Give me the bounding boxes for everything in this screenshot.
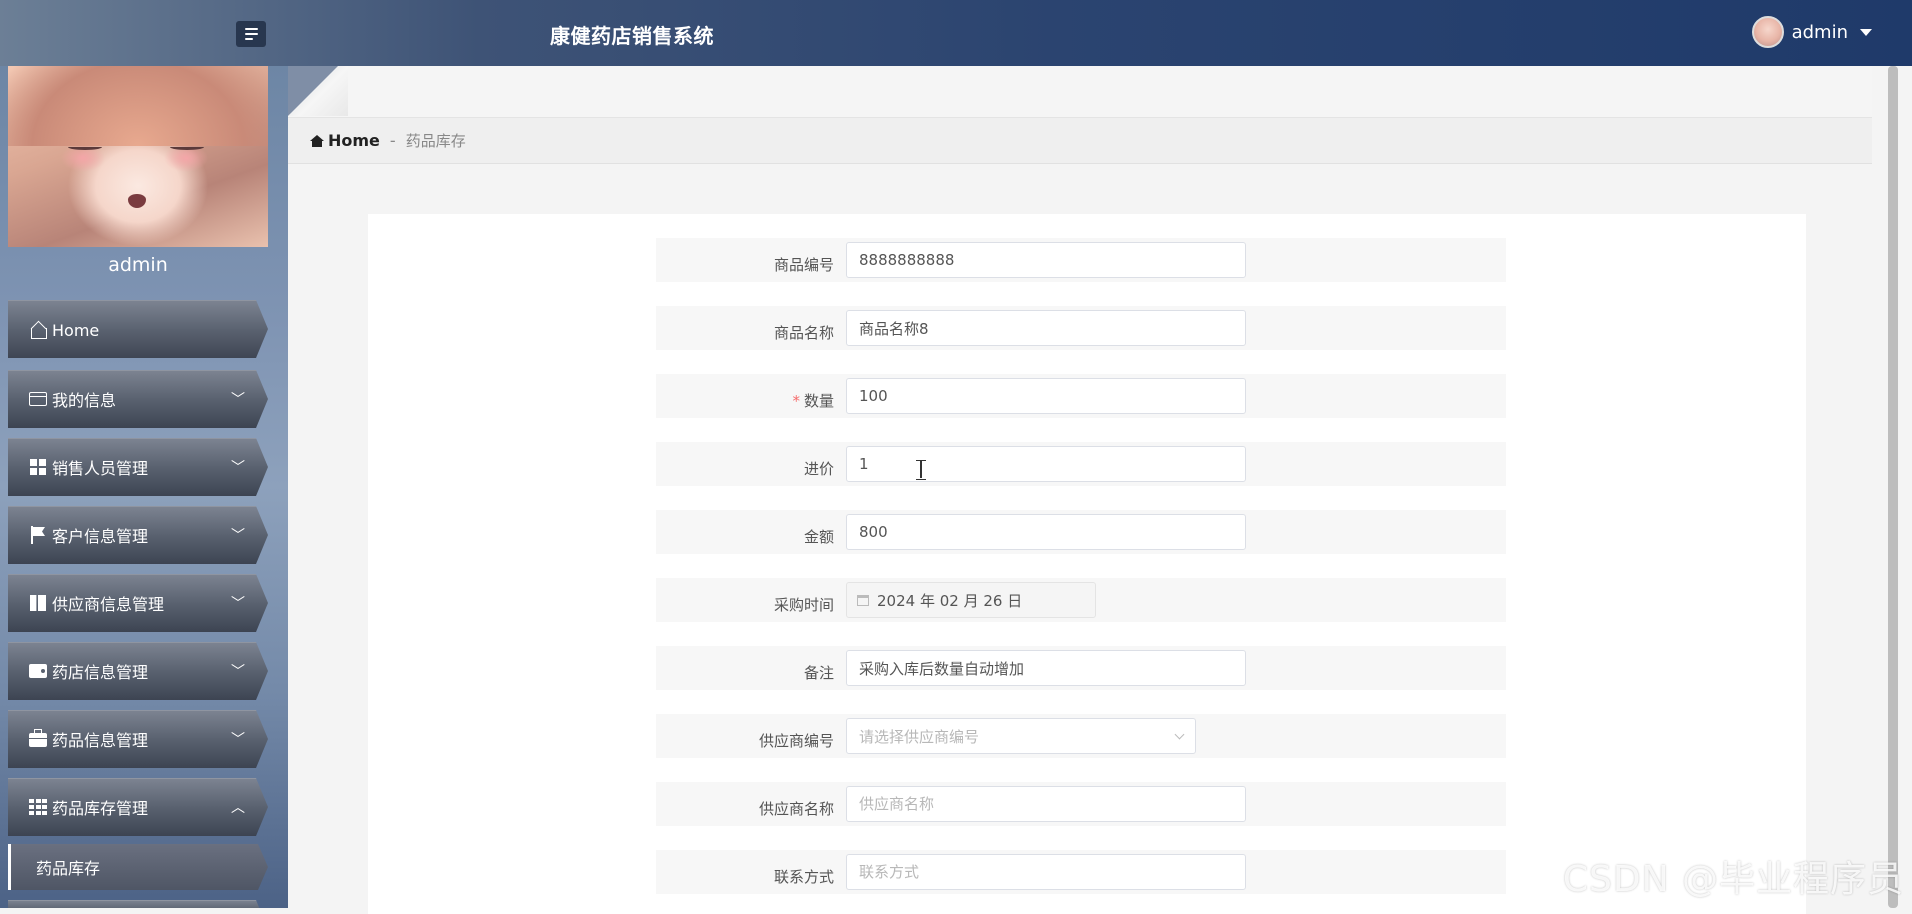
sidebar-item-pharmacy[interactable]: 药店信息管理 ﹀	[8, 642, 268, 700]
sidebar-item-drug-stock[interactable]: 药品库存管理 ︿	[8, 778, 268, 836]
chevron-down-icon: ﹀	[231, 596, 245, 612]
id-card-icon	[28, 389, 48, 409]
field-label: 联系方式	[773, 867, 834, 886]
avatar[interactable]	[1751, 16, 1784, 48]
scrollbar-thumb[interactable]	[1888, 66, 1898, 908]
product-name-field[interactable]	[846, 310, 1246, 346]
form-row-purchase-date: 采购时间 2024 年 02 月 26 日	[656, 578, 1506, 622]
menu-toggle-button[interactable]	[236, 21, 266, 47]
chevron-down-icon: ﹀	[231, 732, 245, 748]
app-title: 康健药店销售系统	[550, 24, 714, 48]
supplier-code-placeholder: 请选择供应商编号	[859, 727, 980, 746]
home-icon	[28, 320, 48, 340]
contact-field[interactable]	[846, 854, 1246, 890]
sidebar-item-home[interactable]: Home	[8, 300, 268, 358]
sidebar-item-my-info[interactable]: 我的信息 ﹀	[8, 370, 268, 428]
breadcrumb-separator: -	[389, 131, 396, 150]
form-row-purchase-price: 进价	[656, 442, 1506, 486]
stock-form: 商品编号 商品名称 *数量 进价 金额 采购时间 2024 年 02 月	[368, 214, 1806, 914]
profile-name: admin	[108, 254, 168, 276]
sidebar-item-label: 我的信息	[52, 391, 117, 410]
form-row-supplier-name: 供应商名称	[656, 782, 1506, 826]
top-navbar: 康健药店销售系统 admin	[0, 0, 1912, 66]
field-label: 供应商编号	[758, 731, 834, 750]
breadcrumb-home[interactable]: Home	[310, 131, 380, 150]
sidebar-item-label: 药店信息管理	[52, 663, 149, 682]
required-mark: *	[792, 391, 800, 410]
sidebar-subitem-label: 药品库存	[36, 859, 101, 878]
home-icon	[310, 134, 324, 147]
user-menu[interactable]: admin	[1751, 16, 1872, 48]
sidebar-item-suppliers[interactable]: 供应商信息管理 ﹀	[8, 574, 268, 632]
sidebar-item-next[interactable]	[8, 900, 268, 908]
sidebar-item-label: 药品库存管理	[52, 799, 149, 818]
sidebar-item-label: Home	[52, 320, 100, 340]
briefcase-icon	[28, 729, 48, 749]
field-label: * 数量	[656, 382, 846, 411]
chevron-down-icon: ﹀	[231, 664, 245, 680]
sidebar-item-label: 供应商信息管理	[52, 595, 165, 614]
remark-field[interactable]	[846, 650, 1246, 686]
sidebar: admin Home 我的信息 ﹀ 销售人员管理 ﹀ 客户信息管理 ﹀ 供应商信…	[0, 66, 288, 908]
field-label: 进价	[803, 459, 834, 478]
book-icon	[28, 593, 48, 613]
supplier-name-field[interactable]	[846, 786, 1246, 822]
field-label: 备注	[803, 663, 834, 682]
sidebar-item-label: 客户信息管理	[52, 527, 149, 546]
purchase-price-field[interactable]	[846, 446, 1246, 482]
amount-field[interactable]	[846, 514, 1246, 550]
form-row-supplier-code: 供应商编号 请选择供应商编号	[656, 714, 1506, 758]
chevron-down-icon: ﹀	[231, 392, 245, 408]
sidebar-item-label: 药品信息管理	[52, 731, 149, 750]
quantity-field[interactable]	[846, 378, 1246, 414]
main-content: Home - 药品库存 商品编号 商品名称 *数量 进价 金额	[288, 66, 1872, 914]
caret-down-icon[interactable]	[1860, 28, 1872, 36]
field-label-text: 数量	[803, 391, 834, 410]
purchase-date-value: 2024 年 02 月 26 日	[877, 591, 1023, 610]
purchase-date-field[interactable]: 2024 年 02 月 26 日	[846, 582, 1096, 618]
form-row-remark: 备注	[656, 646, 1506, 690]
grid-9-icon	[28, 797, 48, 817]
field-label: 商品编号	[773, 255, 834, 274]
form-row-amount: 金额	[656, 510, 1506, 554]
field-label: 金额	[803, 527, 834, 546]
flag-icon	[28, 525, 48, 545]
sidebar-nav: Home 我的信息 ﹀ 销售人员管理 ﹀ 客户信息管理 ﹀ 供应商信息管理 ﹀ …	[8, 300, 268, 908]
chevron-up-icon: ︿	[231, 800, 245, 816]
sidebar-item-sales-staff[interactable]: 销售人员管理 ﹀	[8, 438, 268, 496]
chevron-down-icon: ﹀	[231, 528, 245, 544]
watermark: CSDN @毕业程序员	[1562, 859, 1904, 900]
sidebar-item-drug-info[interactable]: 药品信息管理 ﹀	[8, 710, 268, 768]
calendar-icon	[857, 594, 869, 606]
breadcrumb-home-label[interactable]: Home	[328, 131, 380, 150]
breadcrumb: Home - 药品库存	[288, 118, 1872, 164]
sidebar-item-label: 销售人员管理	[52, 459, 149, 478]
form-row-contact: 联系方式	[656, 850, 1506, 894]
field-label: 供应商名称	[758, 799, 834, 818]
field-label: 商品名称	[773, 323, 834, 342]
chevron-down-icon: ﹀	[231, 460, 245, 476]
sidebar-item-customers[interactable]: 客户信息管理 ﹀	[8, 506, 268, 564]
field-label: 采购时间	[773, 595, 834, 614]
form-row-quantity: * 数量	[656, 374, 1506, 418]
profile-picture	[8, 66, 268, 247]
wallet-icon	[28, 661, 48, 681]
form-row-product-name: 商品名称	[656, 306, 1506, 350]
content-header	[288, 66, 1872, 118]
user-name[interactable]: admin	[1792, 22, 1848, 43]
sidebar-subitem-drug-stock[interactable]: 药品库存	[8, 844, 268, 890]
chevron-down-icon	[1174, 729, 1185, 739]
product-code-field[interactable]	[846, 242, 1246, 278]
grid-icon	[28, 457, 48, 477]
supplier-code-select[interactable]: 请选择供应商编号	[846, 718, 1196, 754]
form-row-product-code: 商品编号	[656, 238, 1506, 282]
breadcrumb-current: 药品库存	[405, 132, 466, 150]
